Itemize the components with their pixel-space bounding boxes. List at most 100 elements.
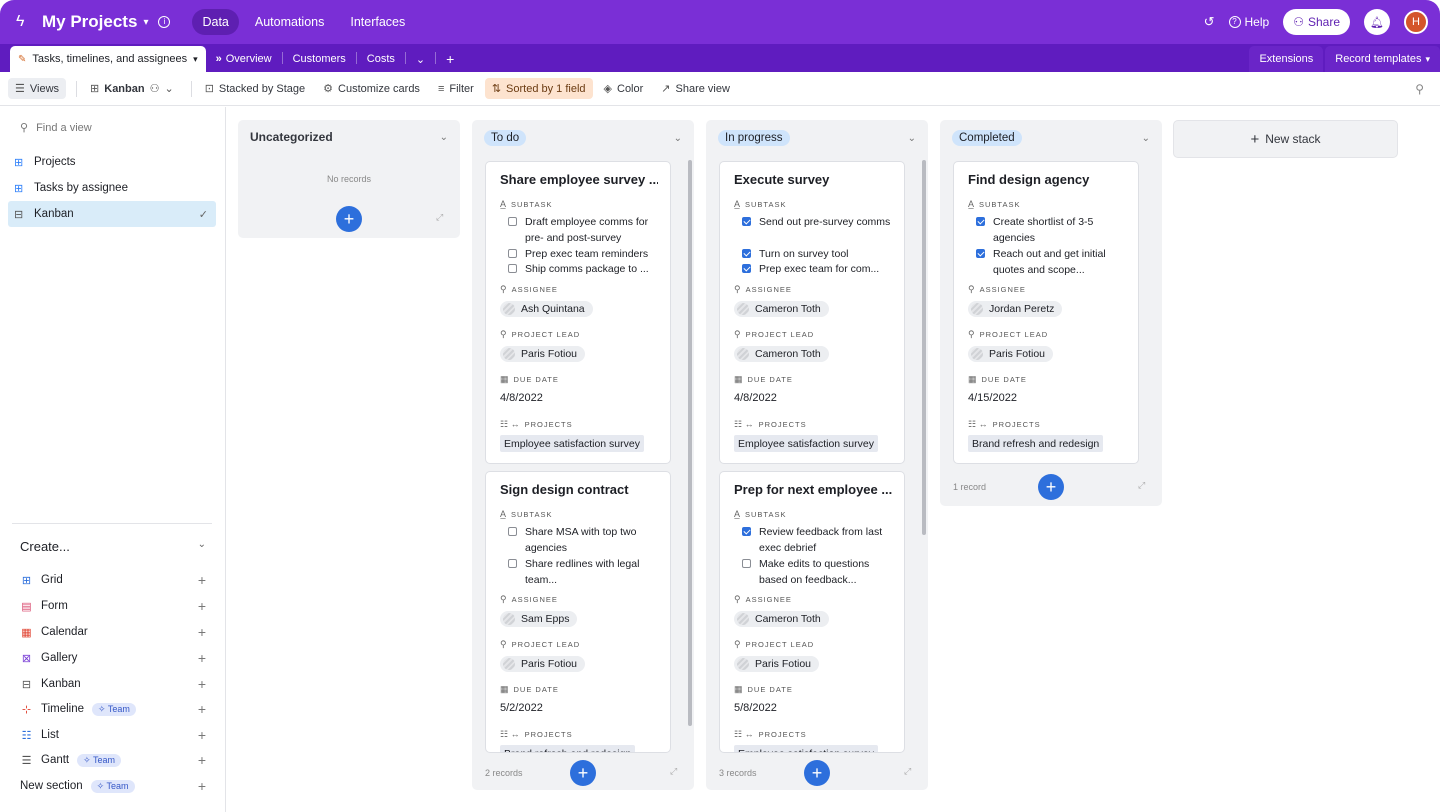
add-record-button[interactable]: + <box>804 760 830 786</box>
checkbox[interactable] <box>508 527 517 536</box>
more-tables-chevron-icon[interactable]: ⌄ <box>406 46 435 72</box>
tab-tasks[interactable]: ✎ Tasks, timelines, and assignees ▾ <box>10 46 206 72</box>
add-table-icon[interactable]: + <box>436 46 464 72</box>
nav-data[interactable]: Data <box>192 9 239 35</box>
scrollbar[interactable] <box>688 160 692 726</box>
record-card[interactable]: Share employee survey ... A̲ SUBTASK Draf… <box>485 161 671 464</box>
views-button[interactable]: ☰ Views <box>8 78 67 99</box>
subtask-item: Share redlines with legal team... <box>508 556 660 588</box>
checkbox-checked[interactable] <box>976 217 985 226</box>
extensions-button[interactable]: Extensions <box>1249 46 1324 72</box>
checkbox[interactable] <box>508 217 517 226</box>
record-templates-button[interactable]: Record templates ▾ <box>1325 46 1440 72</box>
record-card[interactable]: Prep for next employee ... A̲ SUBTASK Rev… <box>719 471 905 753</box>
nav-automations[interactable]: Automations <box>245 9 334 35</box>
sidebar-view-tasks-by-assignee[interactable]: ⊞ Tasks by assignee <box>8 175 216 201</box>
create-grid[interactable]: ⊞ Grid + <box>20 572 206 588</box>
avatar <box>737 613 749 625</box>
nav-interfaces[interactable]: Interfaces <box>340 9 415 35</box>
expand-icon[interactable]: ⤢ <box>904 766 911 777</box>
checkbox[interactable] <box>508 249 517 258</box>
new-stack-button[interactable]: + New stack <box>1173 120 1398 158</box>
subtask-item: Share MSA with top two agencies <box>508 524 660 556</box>
checkbox-checked[interactable] <box>742 217 751 226</box>
share-button[interactable]: ⚇ Share <box>1283 9 1350 35</box>
create-new-section[interactable]: New section ✧ Team + <box>20 778 206 794</box>
color-button[interactable]: ◈ Color <box>597 78 651 99</box>
tab-costs[interactable]: Costs <box>357 46 405 72</box>
linked-project-chip: Employee satisfaction survey <box>734 745 878 752</box>
create-section-header[interactable]: Create... ⌄ <box>20 539 206 554</box>
create-timeline[interactable]: ⊹ Timeline ✧ Team + <box>20 701 206 717</box>
find-view-input[interactable]: ⚲ Find a view <box>20 121 92 135</box>
chevron-down-icon[interactable]: ▾ <box>193 54 198 65</box>
tab-overview-label: Overview <box>225 53 272 65</box>
checkbox-checked[interactable] <box>742 527 751 536</box>
share-view-button[interactable]: ↗ Share view <box>654 78 737 99</box>
create-form[interactable]: ▤ Form + <box>20 598 206 614</box>
create-gantt[interactable]: ☰ Gantt ✧ Team + <box>20 752 206 768</box>
customize-cards-button[interactable]: ⚙ Customize cards <box>316 78 427 99</box>
field-label-subtask: A̲ SUBTASK <box>500 199 552 209</box>
view-label: Kanban <box>34 208 74 220</box>
app-logo-icon[interactable]: ϟ <box>16 13 30 31</box>
create-gallery[interactable]: ⊠ Gallery + <box>20 650 206 666</box>
sidebar-view-projects[interactable]: ⊞ Projects <box>8 149 216 175</box>
add-record-button[interactable]: + <box>570 760 596 786</box>
info-icon[interactable]: i <box>158 16 171 28</box>
view-toolbar: ☰ Views ⊞ Kanban ⚇ ⌄ ⊡ Stacked by Stage … <box>0 72 1440 106</box>
history-icon[interactable]: ↺ <box>1204 14 1215 30</box>
stack-icon: ⊡ <box>204 83 214 95</box>
checkbox[interactable] <box>508 264 517 273</box>
field-label-assignee: ⚲ ASSIGNEE <box>500 284 558 295</box>
stack-header: Uncategorized ⌄ <box>250 130 448 144</box>
record-card[interactable]: Find design agency A̲ SUBTASK Create shor… <box>953 161 1139 464</box>
subtask-text: Review feedback from last exec debrief <box>759 526 883 554</box>
base-title[interactable]: My Projects <box>42 12 137 32</box>
help-button[interactable]: ? Help <box>1228 15 1269 29</box>
stack-title: To do <box>484 130 527 146</box>
checkbox-checked[interactable] <box>742 264 751 273</box>
create-kanban[interactable]: ⊟ Kanban + <box>20 676 206 692</box>
sidebar-view-kanban[interactable]: ⊟ Kanban ✓ <box>8 201 216 227</box>
stacked-by-button[interactable]: ⊡ Stacked by Stage <box>198 78 312 99</box>
avatar <box>737 658 749 670</box>
bell-icon[interactable]: 🔔︎ <box>1364 9 1390 35</box>
checkbox[interactable] <box>508 559 517 568</box>
view-switcher[interactable]: ⊞ Kanban ⚇ ⌄ <box>83 78 181 99</box>
user-avatar[interactable]: H <box>1404 10 1428 34</box>
checkbox-checked[interactable] <box>742 249 751 258</box>
chevron-down-icon[interactable]: ⌄ <box>1142 133 1150 144</box>
create-list[interactable]: ☷ List + <box>20 727 206 743</box>
scrollbar[interactable] <box>922 160 926 535</box>
menu-icon: ☰ <box>15 83 25 95</box>
kanban-icon: ⊞ <box>90 83 100 95</box>
search-icon[interactable]: ⚲ <box>1415 82 1432 96</box>
field-label-text: PROJECT LEAD <box>511 330 581 339</box>
assignee-name: Cameron Toth <box>755 613 821 625</box>
chevron-down-icon[interactable]: ⌄ <box>440 132 448 143</box>
sort-button[interactable]: ⇅ Sorted by 1 field <box>484 78 593 99</box>
check-icon: ✓ <box>198 208 208 221</box>
create-calendar[interactable]: ▦ Calendar + <box>20 624 206 640</box>
record-templates-label: Record templates <box>1335 53 1422 65</box>
add-record-button[interactable]: + <box>1038 474 1064 500</box>
record-card[interactable]: Sign design contract A̲ SUBTASK Share MSA… <box>485 471 671 753</box>
add-record-button[interactable]: + <box>336 206 362 232</box>
field-label-projects: ☷ ↔ PROJECTS <box>734 729 807 740</box>
plus-icon: + <box>197 676 206 692</box>
color-label: Color <box>617 82 644 95</box>
chevron-down-icon[interactable]: ▾ <box>143 17 148 28</box>
filter-button[interactable]: ≡ Filter <box>431 79 481 99</box>
tab-overview[interactable]: » Overview <box>206 46 282 72</box>
expand-icon[interactable]: ⤢ <box>436 212 443 223</box>
checkbox-checked[interactable] <box>976 249 985 258</box>
checkbox[interactable] <box>742 559 751 568</box>
chevron-down-icon[interactable]: ⌄ <box>908 133 916 144</box>
expand-icon[interactable]: ⤢ <box>1138 480 1145 491</box>
tab-customers[interactable]: Customers <box>283 46 356 72</box>
chevron-down-icon[interactable]: ⌄ <box>674 133 682 144</box>
expand-icon[interactable]: ⤢ <box>670 766 677 777</box>
record-card[interactable]: Execute survey A̲ SUBTASK Send out pre-su… <box>719 161 905 464</box>
field-label-text: DUE DATE <box>513 685 559 694</box>
